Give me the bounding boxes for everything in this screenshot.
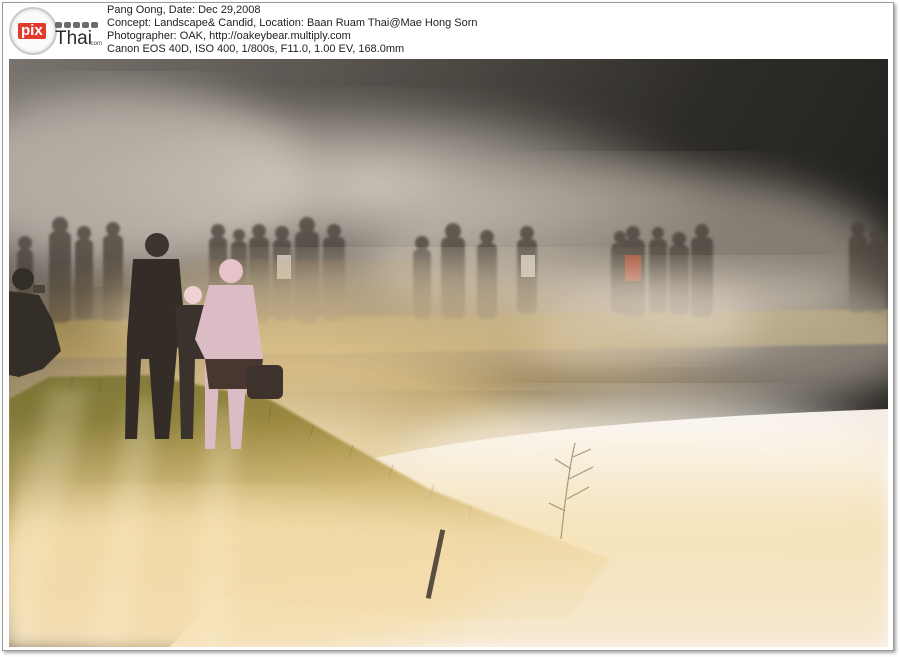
pixthai-logo: pix Thai .com [9, 7, 105, 55]
info-line-location-date: Pang Oong, Date: Dec 29,2008 [107, 4, 261, 16]
logo-brand-suffix: .com [89, 41, 103, 47]
misty-lake-scene [9, 59, 888, 647]
photo-info: Pang Oong, Date: Dec 29,2008 Concept: La… [107, 4, 478, 56]
logo-brand-main: pix [18, 23, 46, 39]
info-line-camera: Canon EOS 40D, ISO 400, 1/800s, F11.0, 1… [107, 43, 405, 55]
photo-frame: pix Thai .com Pang Oong, Date: Dec 29,20… [2, 2, 894, 651]
logo-brand-secondary: Thai [55, 28, 92, 49]
info-line-photographer: Photographer: OAK, http://oakeybear.mult… [107, 30, 351, 42]
photo-image [9, 59, 888, 647]
info-line-concept: Concept: Landscape& Candid, Location: Ba… [107, 17, 478, 29]
photo-header: pix Thai .com Pang Oong, Date: Dec 29,20… [3, 3, 893, 59]
